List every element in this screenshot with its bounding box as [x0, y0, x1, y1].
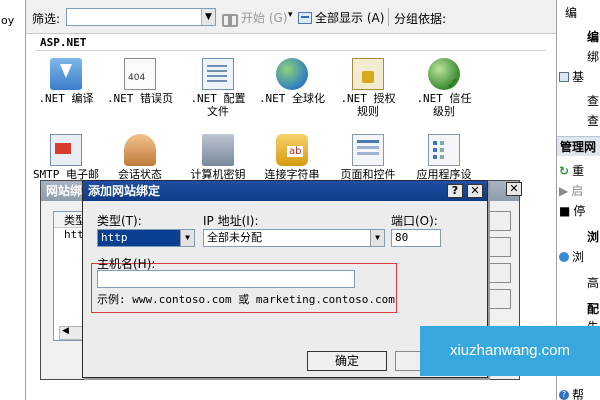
browse-site-header: 浏 — [587, 230, 600, 244]
feature-session-state[interactable]: 会话状态 — [100, 134, 180, 181]
left-tree-strip: oy — [0, 0, 26, 400]
connection-string-icon — [276, 134, 308, 166]
scroll-left-icon[interactable]: ◀ — [62, 326, 69, 336]
toolbar-separator — [388, 8, 389, 26]
show-all-label: 全部显示 (A) — [315, 11, 385, 25]
section-divider — [36, 50, 546, 51]
bindings-add-button[interactable] — [485, 211, 511, 231]
feature-label: .NET 授权规则 — [340, 92, 396, 118]
feature-label: .NET 信任级别 — [416, 92, 472, 118]
ip-dropdown-icon[interactable]: ▼ — [370, 230, 384, 246]
ip-address-value: 全部未分配 — [207, 231, 262, 244]
help-icon: ? — [559, 389, 569, 400]
feature-label: .NET 编译 — [38, 92, 94, 105]
filter-toolbar: 筛选: ▼ 开始 (G) ▾ 全部显示 (A) 分组依据: — [26, 0, 556, 34]
feature-net-authorization[interactable]: .NET 授权规则 — [328, 58, 408, 118]
action-basic-label: 基 — [572, 70, 585, 84]
start-filter-label: 开始 (G) — [241, 11, 288, 25]
configure-header: 配 — [587, 302, 600, 316]
manage-site-header: 管理网 — [557, 136, 600, 156]
action-stop-label: 停 — [573, 204, 586, 218]
ok-button[interactable]: 确定 — [307, 351, 387, 371]
feature-net-profile[interactable]: .NET 配置文件 — [178, 58, 258, 118]
binoculars-icon — [222, 12, 238, 27]
browse-icon — [559, 251, 569, 262]
section-title: ASP.NET — [40, 36, 87, 49]
filter-input[interactable]: ▼ — [66, 8, 216, 26]
action-browse[interactable]: 浏 — [559, 248, 584, 265]
feature-label: .NET 错误页 — [106, 92, 174, 105]
action-help-label: 帮 — [572, 388, 585, 400]
restart-icon: ↻ — [559, 163, 570, 178]
action-start[interactable]: ▶ 启 — [559, 182, 583, 199]
action-restart[interactable]: ↻ 重 — [559, 162, 584, 179]
left-tree-text: oy — [1, 14, 15, 27]
action-help[interactable]: ? 帮 — [559, 386, 584, 400]
session-icon — [124, 134, 156, 166]
bindings-edit-button[interactable] — [485, 237, 511, 257]
type-value: http — [101, 231, 128, 244]
action-edit-site[interactable]: 编 — [587, 28, 599, 45]
feature-machine-key[interactable]: 计算机密钥 — [178, 134, 258, 181]
action-edit[interactable]: 编 — [565, 4, 577, 21]
back-dialog-close-icon[interactable]: ✕ — [506, 182, 522, 196]
port-label: 端口(O): — [391, 214, 438, 228]
smtp-icon — [50, 134, 82, 166]
watermark: xiuzhanwang.com — [420, 326, 600, 376]
machine-key-icon — [202, 134, 234, 166]
group-by-label: 分组依据: — [394, 12, 447, 26]
feature-pages-controls[interactable]: 页面和控件 — [328, 134, 408, 181]
bindings-remove-button[interactable] — [485, 263, 511, 283]
action-start-label: 启 — [571, 184, 584, 198]
type-label: 类型(T): — [97, 214, 142, 228]
action-basic-settings[interactable]: 基 — [559, 68, 584, 85]
port-value: 80 — [395, 231, 409, 244]
stop-icon: ■ — [559, 203, 571, 218]
start-filter-button[interactable]: 开始 (G) — [222, 9, 288, 27]
hostname-example-text: 示例: www.contoso.com 或 marketing.contoso.… — [97, 293, 395, 306]
feature-smtp-email[interactable]: SMTP 电子邮 — [26, 134, 106, 181]
action-view-apps[interactable]: 查 — [587, 92, 599, 109]
dialog-close-icon[interactable]: ✕ — [467, 184, 483, 198]
feature-app-settings[interactable]: 应用程序设 — [404, 134, 484, 181]
feature-net-trust-levels[interactable]: .NET 信任级别 — [404, 58, 484, 118]
globe-icon — [276, 58, 308, 90]
action-browse-label: 浏 — [572, 250, 585, 264]
hostname-field[interactable] — [97, 270, 355, 288]
show-all-button[interactable]: 全部显示 (A) — [298, 9, 384, 26]
action-view-dirs[interactable]: 查 — [587, 112, 599, 129]
feature-net-compilation[interactable]: .NET 编译 — [26, 58, 106, 105]
feature-net-error-pages[interactable]: .NET 错误页 — [100, 58, 180, 105]
show-all-icon — [298, 11, 312, 24]
feature-label: .NET 全球化 — [258, 92, 326, 105]
action-bindings[interactable]: 绑 — [587, 48, 599, 65]
start-icon: ▶ — [559, 183, 569, 198]
filter-dropdown-arrow-icon[interactable]: ▼ — [201, 9, 215, 25]
action-stop[interactable]: ■ 停 — [559, 202, 585, 219]
compile-icon — [50, 58, 82, 90]
feature-net-globalization[interactable]: .NET 全球化 — [252, 58, 332, 105]
port-field[interactable]: 80 — [391, 229, 441, 247]
error-page-icon — [124, 58, 156, 90]
feature-label: .NET 配置文件 — [190, 92, 246, 118]
filter-label: 筛选: — [32, 12, 61, 26]
action-restart-label: 重 — [572, 164, 585, 178]
ip-address-select[interactable]: 全部未分配 ▼ — [203, 229, 385, 247]
authorization-icon — [352, 58, 384, 90]
basic-settings-icon — [559, 71, 569, 82]
type-select[interactable]: http ▼ — [97, 229, 195, 247]
start-dropdown-icon[interactable]: ▾ — [288, 10, 293, 20]
action-advanced[interactable]: 高 — [587, 274, 599, 291]
config-icon — [202, 58, 234, 90]
ip-address-label: IP 地址(I): — [203, 214, 259, 228]
pages-icon — [352, 134, 384, 166]
trust-icon — [428, 58, 460, 93]
dialog-help-icon[interactable]: ? — [447, 184, 463, 198]
app-settings-icon — [428, 134, 460, 166]
bindings-browse-button[interactable] — [485, 289, 511, 309]
feature-connection-strings[interactable]: 连接字符串 — [252, 134, 332, 181]
type-dropdown-icon[interactable]: ▼ — [180, 230, 194, 246]
dialog-title: 添加网站绑定 — [83, 181, 487, 201]
